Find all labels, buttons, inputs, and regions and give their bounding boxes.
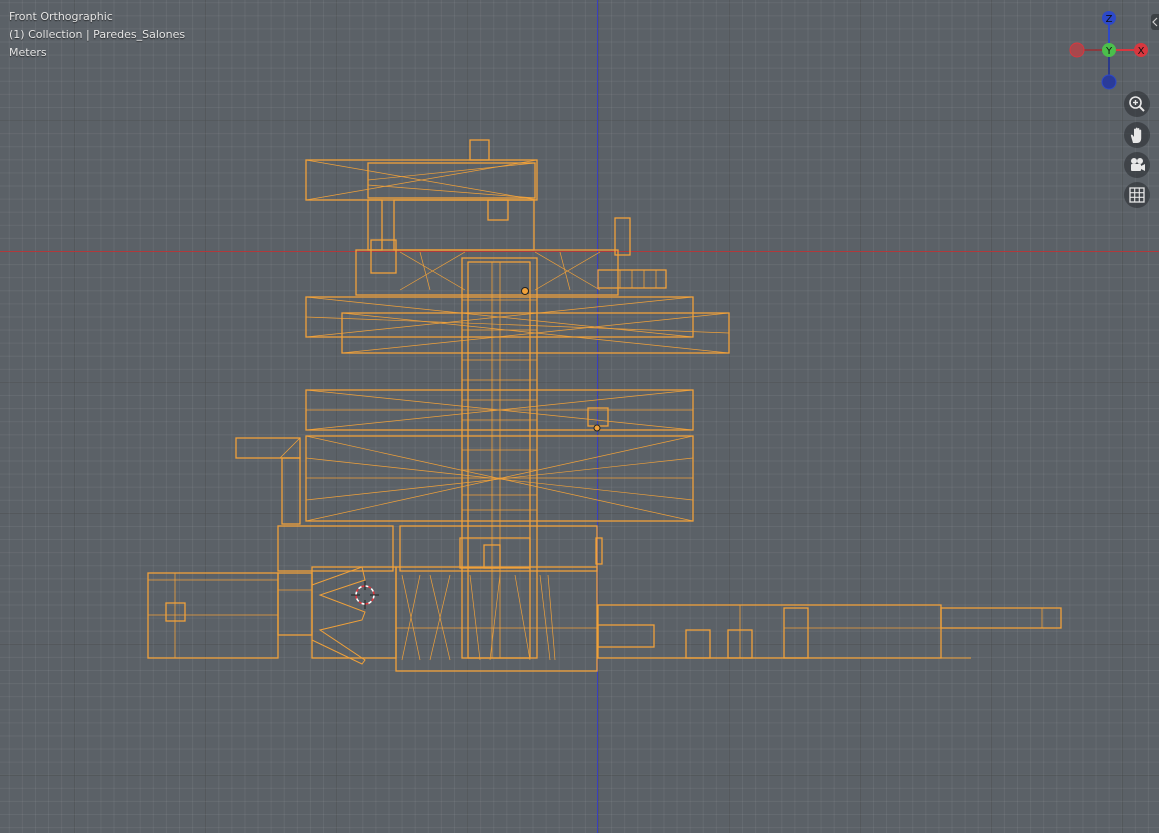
units-label: Meters [9,46,47,59]
3d-cursor [351,581,379,609]
chevron-left-icon [1152,17,1158,27]
toggle-perspective-button[interactable] [1124,182,1150,208]
view-name: Front Orthographic [9,10,113,23]
collection-info: (1) Collection | Paredes_Salones [9,28,186,41]
wireframe-model[interactable] [0,0,1159,833]
hand-pan-icon [1130,127,1142,143]
viewport-info-overlay: Front Orthographic (1) Collection | Pare… [9,8,185,62]
pan-button[interactable] [1124,122,1150,148]
y-axis-label: Y [1105,46,1113,57]
camera-view-button[interactable] [1124,152,1150,178]
zoom-icon [1129,96,1145,112]
3d-viewport[interactable]: Front Orthographic (1) Collection | Pare… [0,0,1159,833]
navigation-gizmo[interactable]: Z X Y [1064,6,1154,96]
camera-icon [1131,158,1145,171]
x-axis-label: X [1138,46,1145,57]
z-axis-label: Z [1106,14,1113,25]
sidebar-toggle[interactable] [1151,14,1159,30]
negative-z-axis-handle[interactable] [1101,74,1117,90]
grid-icon [1129,187,1145,203]
negative-x-axis-handle[interactable] [1069,42,1085,58]
zoom-button[interactable] [1124,91,1150,117]
